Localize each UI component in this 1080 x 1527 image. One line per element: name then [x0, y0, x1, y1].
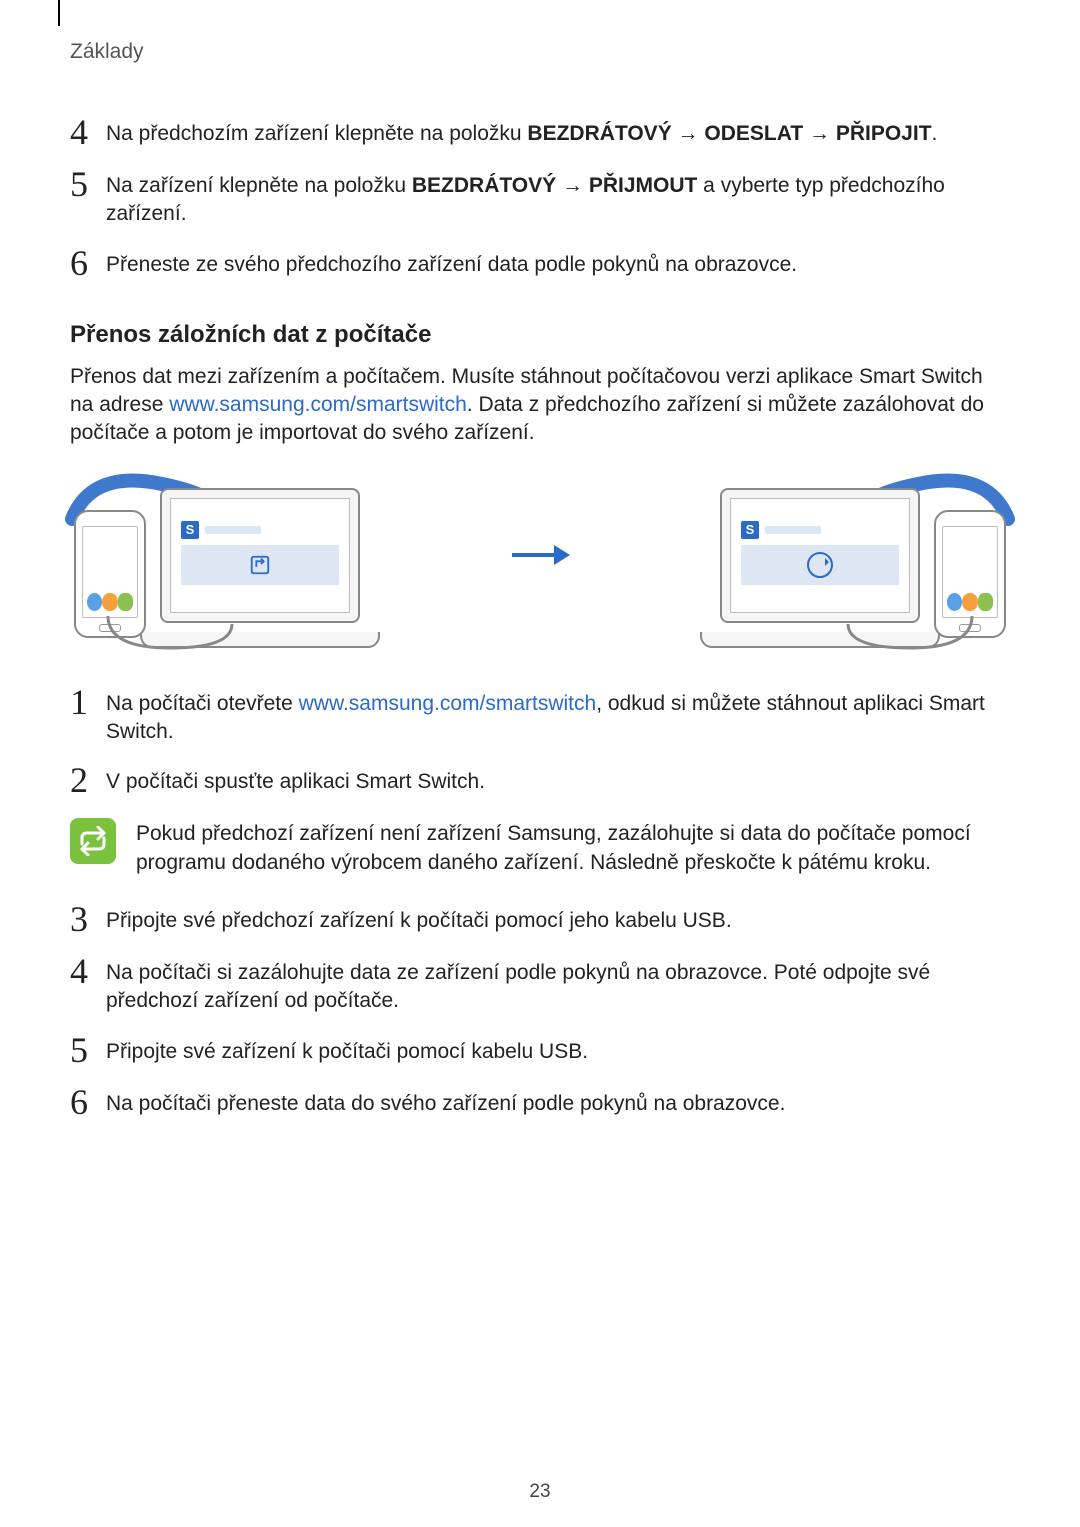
page-number: 23: [0, 1481, 1080, 1503]
phone-app-icon: [87, 593, 102, 611]
phone-app-icon: [118, 593, 133, 611]
step-body: Přeneste ze svého předchozího zařízení d…: [106, 249, 1010, 279]
step-body: V počítači spusťte aplikaci Smart Switch…: [106, 766, 1010, 796]
new-phone-icon: [934, 510, 1006, 638]
laptop-icon: S: [140, 488, 380, 648]
app-title-placeholder: [765, 526, 821, 534]
hyperlink[interactable]: www.samsung.com/smartswitch: [169, 393, 467, 416]
page-tab-mark: [46, 0, 60, 26]
step-body: Připojte své zařízení k počítači pomocí …: [106, 1036, 1010, 1066]
note-text: Pokud předchozí zařízení není zařízení S…: [136, 818, 1010, 877]
restore-icon: [807, 552, 833, 578]
smartswitch-badge-icon: S: [741, 521, 759, 539]
smartswitch-badge-icon: S: [181, 521, 199, 539]
phone-app-icon: [962, 593, 977, 611]
app-body-placeholder: [741, 545, 899, 585]
step-item: 2 V počítači spusťte aplikaci Smart Swit…: [70, 766, 1010, 798]
illustration-backup: S: [70, 468, 450, 648]
step-number: 6: [70, 245, 106, 281]
step-body: Na zařízení klepněte na položku BEZDRÁTO…: [106, 170, 1010, 229]
step-number: 5: [70, 1032, 106, 1068]
phone-app-icon: [947, 593, 962, 611]
document-page: Základy 4 Na předchozím zařízení klepnět…: [0, 0, 1080, 1527]
step-number: 6: [70, 1084, 106, 1120]
step-item: 4 Na předchozím zařízení klepněte na pol…: [70, 118, 1010, 150]
app-body-placeholder: [181, 545, 339, 585]
step-number: 4: [70, 114, 106, 150]
step-item: 6 Na počítači přeneste data do svého zař…: [70, 1088, 1010, 1120]
step-number: 5: [70, 166, 106, 202]
step-number: 2: [70, 762, 106, 798]
intro-paragraph: Přenos dat mezi zařízením a počítačem. M…: [70, 363, 1010, 448]
laptop-icon: S: [700, 488, 940, 648]
step-body: Na počítači otevřete www.samsung.com/sma…: [106, 688, 1010, 747]
backup-icon: [249, 554, 271, 576]
step-list-a: 1 Na počítači otevřete www.samsung.com/s…: [70, 688, 1010, 799]
step-body: Na počítači přeneste data do svého zaříz…: [106, 1088, 1010, 1118]
note-callout: Pokud předchozí zařízení není zařízení S…: [70, 818, 1010, 877]
note-icon: [70, 818, 116, 864]
step-number: 1: [70, 684, 106, 720]
step-number: 3: [70, 901, 106, 937]
phone-app-icon: [978, 593, 993, 611]
section-header: Základy: [70, 40, 1010, 64]
step-body: Připojte své předchozí zařízení k počíta…: [106, 905, 1010, 935]
step-item: 3 Připojte své předchozí zařízení k počí…: [70, 905, 1010, 937]
step-item: 4 Na počítači si zazálohujte data ze zař…: [70, 957, 1010, 1016]
old-phone-icon: [74, 510, 146, 638]
illustration-row: S: [70, 468, 1010, 648]
step-item: 1 Na počítači otevřete www.samsung.com/s…: [70, 688, 1010, 747]
app-title-placeholder: [205, 526, 261, 534]
subsection-heading: Přenos záložních dat z počítače: [70, 321, 1010, 349]
step-body: Na předchozím zařízení klepněte na polož…: [106, 118, 1010, 148]
step-item: 6 Přeneste ze svého předchozího zařízení…: [70, 249, 1010, 281]
step-item: 5 Připojte své zařízení k počítači pomoc…: [70, 1036, 1010, 1068]
phone-app-icon: [102, 593, 117, 611]
hyperlink[interactable]: www.samsung.com/smartswitch: [299, 692, 597, 715]
step-list-b: 3 Připojte své předchozí zařízení k počí…: [70, 905, 1010, 1120]
illustration-restore: S: [630, 468, 1010, 648]
step-number: 4: [70, 953, 106, 989]
step-item: 5 Na zařízení klepněte na položku BEZDRÁ…: [70, 170, 1010, 229]
top-step-list: 4 Na předchozím zařízení klepněte na pol…: [70, 118, 1010, 281]
transfer-arrow-icon: [510, 543, 570, 572]
step-body: Na počítači si zazálohujte data ze zaříz…: [106, 957, 1010, 1016]
